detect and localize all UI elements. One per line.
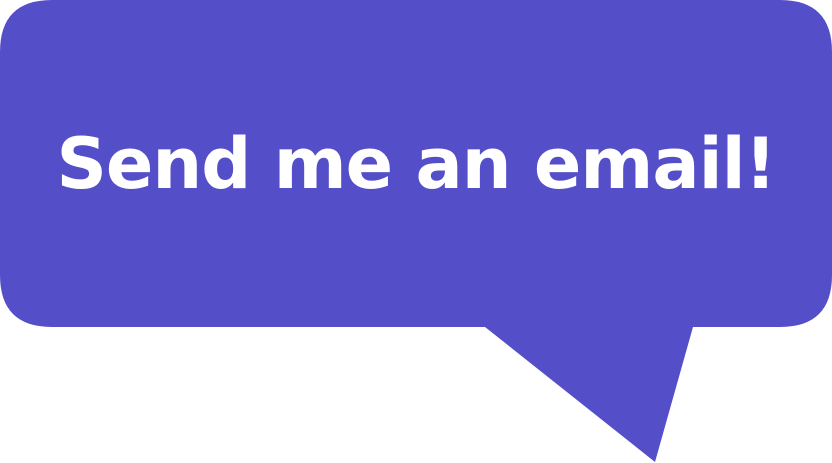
- email-call-to-action-text[interactable]: Send me an email!: [0, 0, 832, 327]
- speech-bubble[interactable]: Send me an email!: [0, 0, 832, 463]
